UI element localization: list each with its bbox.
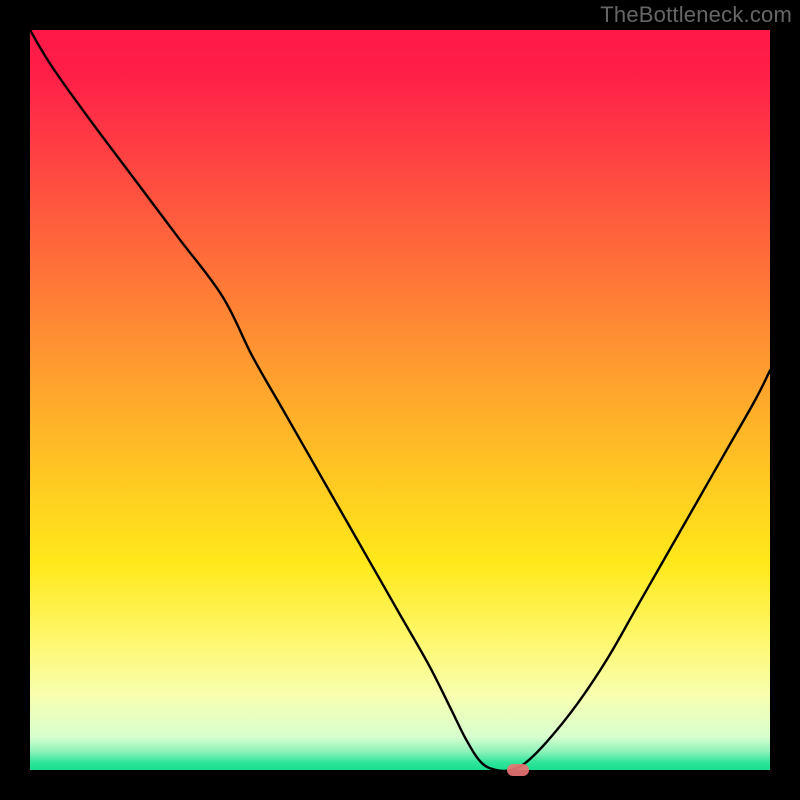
attribution-text: TheBottleneck.com (600, 2, 792, 28)
optimal-marker (507, 764, 529, 776)
bottleneck-chart (30, 30, 770, 770)
heatmap-background (30, 30, 770, 770)
plot-area (30, 30, 770, 770)
frame: TheBottleneck.com (0, 0, 800, 800)
